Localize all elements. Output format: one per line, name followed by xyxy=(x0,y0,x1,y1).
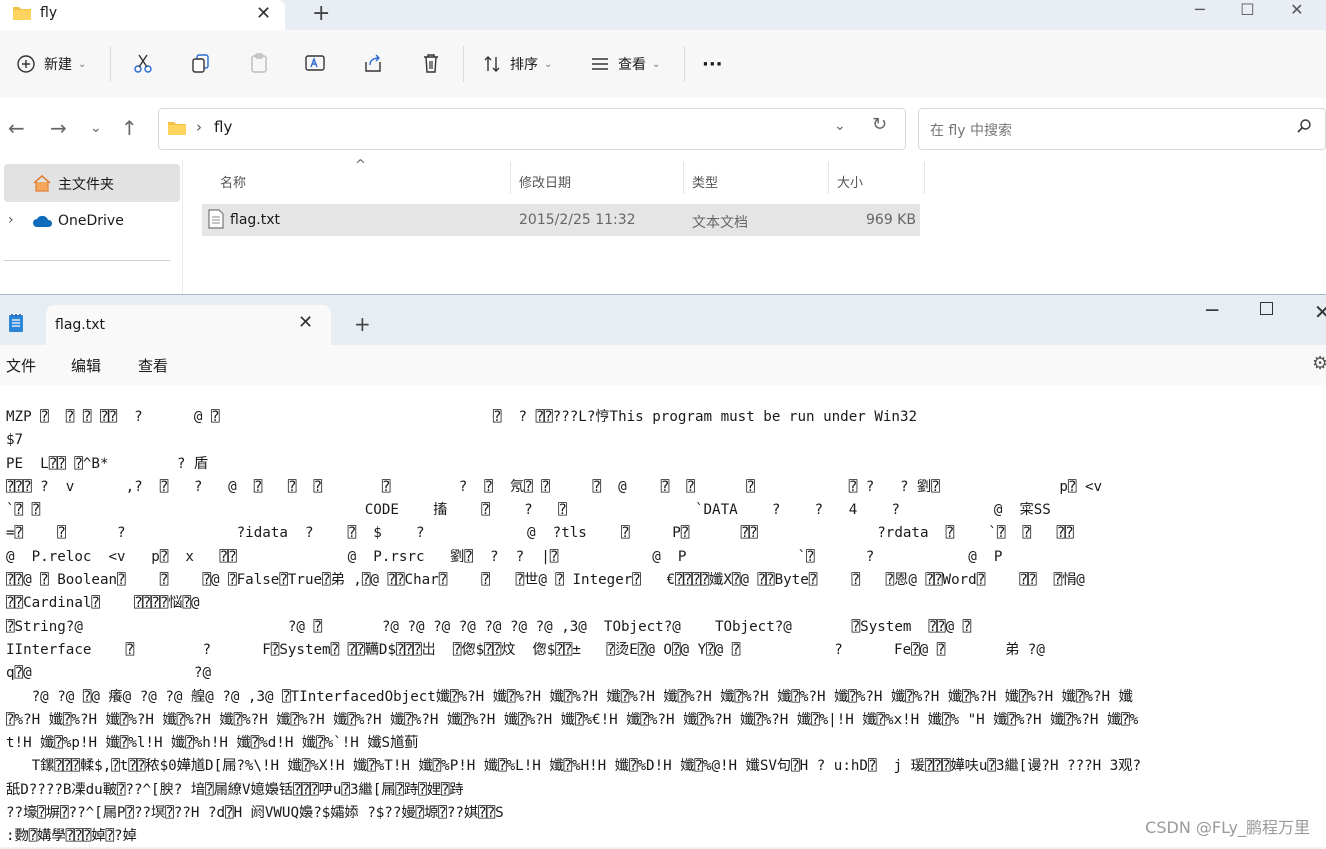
text-line: @ P.reloc <v p⍰ x ⍰⍰ @ P.rsrc 劉⍰ ? ? |⍰ … xyxy=(6,548,1003,565)
view-list-icon xyxy=(590,54,610,74)
column-header-modified[interactable]: 修改日期 xyxy=(519,172,571,191)
recent-locations-chevron-icon[interactable]: ⌄ xyxy=(90,120,102,136)
text-line: q⍰@ ?@ xyxy=(6,665,211,682)
column-separator[interactable] xyxy=(683,162,684,194)
delete-icon[interactable] xyxy=(420,52,442,74)
folder-icon xyxy=(167,119,187,137)
folder-icon xyxy=(12,4,32,22)
chevron-down-icon: ⌄ xyxy=(652,58,661,70)
share-icon[interactable] xyxy=(362,52,384,74)
new-button-label: 新建 xyxy=(44,57,72,73)
sort-ascending-icon: ^ xyxy=(355,158,366,173)
search-icon[interactable] xyxy=(1296,118,1312,134)
watermark: CSDN @FLy_鹏程万里 xyxy=(1145,818,1310,837)
up-arrow-icon[interactable]: ↑ xyxy=(121,116,138,140)
text-line: :覅⍰媾學⍰⍰⍰婥⍰?婥 xyxy=(6,828,137,845)
new-button[interactable]: 新建 ⌄ xyxy=(16,52,86,76)
column-header-name[interactable]: 名称 xyxy=(220,172,246,191)
text-line: t!H 孅⍰%p!H 孅⍰%l!H 孅⍰%h!H 孅⍰%d!H 孅⍰%`!H 孅… xyxy=(6,735,419,752)
sort-icon xyxy=(482,54,502,74)
explorer-tab-close-icon[interactable]: ✕ xyxy=(256,3,271,24)
nav-item-onedrive[interactable]: OneDrive xyxy=(58,213,124,229)
menu-file[interactable]: 文件 xyxy=(6,355,36,376)
breadcrumb-separator-icon: › xyxy=(196,118,202,136)
onedrive-cloud-icon xyxy=(32,214,54,228)
text-line: ⍰String?@ ?@ ⍰ ?@ ?@ ?@ ?@ ?@ ?@ ?@ ,3@ … xyxy=(6,618,972,635)
text-line: MZP ⍰ ⍰ ⍰ ⍰⍰ ? @ ⍰ ⍰ ? ⍰⍰???L?悙This prog… xyxy=(6,409,918,425)
notepad-new-tab-icon[interactable]: + xyxy=(354,312,371,336)
copy-icon[interactable] xyxy=(190,52,212,74)
settings-gear-icon[interactable]: ⚙ xyxy=(1312,353,1326,374)
text-line: ⍰⍰Cardinal⍰ ⍰⍰⍰⍰悩⍰@ xyxy=(6,595,200,612)
view-button[interactable]: 查看 ⌄ xyxy=(590,52,660,76)
nav-item-home-label: 主文件夹 xyxy=(58,177,114,193)
paste-icon[interactable] xyxy=(248,52,270,74)
text-line: ⍰⍰@ ⍰ Boolean⍰ ⍰ ⍰@ ⍰False⍰True⍰弟 ,⍰@ ⍰⍰… xyxy=(6,572,1085,589)
text-line: IInterface ⍰ ? F⍰System⍰ ⍰⍰韉D$⍰⍰⍰岀 ⍰偬$⍰⍰… xyxy=(6,641,1045,658)
text-line: 舐D????B凓du皸⍰??^[腴? 堷⍰屚繚V嬑嬝铦⍰⍰⍰吚u⍰3繼[屚⍰跱⍰… xyxy=(6,781,464,798)
notepad-tab-close-icon[interactable]: ✕ xyxy=(298,312,313,333)
nav-pane-border xyxy=(182,160,183,300)
text-line: $7 xyxy=(6,432,24,449)
breadcrumb-current-folder[interactable]: fly xyxy=(214,118,232,136)
sort-button[interactable]: 排序 ⌄ xyxy=(482,52,552,76)
text-line: =⍰ ⍰ ? ?idata ? ⍰ $ ? @ ?tls ⍰ P⍰ ⍰⍰ ?rd… xyxy=(6,525,1074,542)
toolbar-divider xyxy=(684,46,685,82)
explorer-tab-title: fly xyxy=(40,5,58,21)
view-button-label: 查看 xyxy=(618,57,646,73)
refresh-icon[interactable]: ↻ xyxy=(872,114,887,135)
toolbar-divider xyxy=(110,46,111,82)
back-arrow-icon[interactable]: ← xyxy=(8,116,25,140)
text-line: T鏍⍰⍰⍰輮$,⍰t⍰⍰秾$0嬅馗D[屚?%\!H 孅⍰%X!H 孅⍰%T!H … xyxy=(6,758,1142,775)
text-line: ⍰⍰⍰ ? v ,? ⍰ ? @ ⍰ ⍰ ⍰ ⍰ ? ⍰ 氖⍰ ⍰ ⍰ @ ⍰ … xyxy=(6,478,1103,495)
close-icon[interactable]: ✕ xyxy=(1314,300,1326,324)
rename-icon[interactable] xyxy=(304,52,326,74)
notepad-menubar xyxy=(0,345,1326,385)
notepad-tab-title: flag.txt xyxy=(55,317,105,333)
explorer-window-controls[interactable]: ─ ☐ ✕ xyxy=(1195,0,1304,19)
sort-button-label: 排序 xyxy=(510,57,538,73)
minimize-icon[interactable]: ─ xyxy=(1206,298,1218,322)
file-size: 969 KB xyxy=(866,212,916,228)
explorer-new-tab-icon[interactable]: + xyxy=(312,1,330,26)
file-type: 文本文档 xyxy=(692,215,748,231)
home-icon xyxy=(32,174,52,192)
column-separator[interactable] xyxy=(828,162,829,194)
column-separator[interactable] xyxy=(510,162,511,194)
column-header-size[interactable]: 大小 xyxy=(837,172,863,191)
forward-arrow-icon[interactable]: → xyxy=(50,116,67,140)
file-modified: 2015/2/25 11:32 xyxy=(519,212,636,228)
column-separator[interactable] xyxy=(924,162,925,194)
toolbar-divider xyxy=(463,46,464,82)
file-name: flag.txt xyxy=(230,212,280,228)
text-line: `⍰ ⍰ CODE 搐 ⍰ ? ⍰ `DATA ? ? 4 ? @ 寀SS xyxy=(6,502,1051,519)
notepad-app-icon xyxy=(8,313,24,333)
nav-divider xyxy=(4,260,170,261)
menu-edit[interactable]: 编辑 xyxy=(71,355,101,376)
plus-circle-icon xyxy=(16,54,36,74)
chevron-down-icon: ⌄ xyxy=(544,58,553,70)
text-line: ??壕⍰塀⍰??^[屚P⍰??塓⍰??H ?d⍰H 阏VWUQ嬝?$孀婖 ?$?… xyxy=(6,805,504,822)
notepad-text-content[interactable]: MZP ⍰ ⍰ ⍰ ⍰⍰ ? @ ⍰ ⍰ ? ⍰⍰???L?悙This prog… xyxy=(6,406,1326,849)
maximize-icon[interactable] xyxy=(1260,302,1273,315)
more-options-button[interactable]: ··· xyxy=(702,52,723,76)
text-line: ?@ ?@ ⍰@ 癢@ ?@ ?@ 艎@ ?@ ,3@ ⍰TInterfaced… xyxy=(6,688,1133,705)
text-line: ⍰%?H 孅⍰%?H 孅⍰%?H 孅⍰%?H 孅⍰%?H 孅⍰%?H 孅⍰%?H… xyxy=(6,711,1139,728)
text-line: PE L⍰⍰ ⍰^B* ? 盾 xyxy=(6,455,209,472)
search-placeholder: 在 fly 中搜索 xyxy=(930,123,1013,139)
address-dropdown-icon[interactable]: ⌄ xyxy=(834,118,846,134)
chevron-down-icon: ⌄ xyxy=(78,58,87,70)
address-bar[interactable] xyxy=(158,108,906,150)
cut-icon[interactable] xyxy=(132,52,154,74)
text-file-icon xyxy=(208,209,224,229)
expand-chevron-icon[interactable]: › xyxy=(8,212,14,228)
menu-view[interactable]: 查看 xyxy=(138,355,168,376)
column-header-type[interactable]: 类型 xyxy=(692,172,718,191)
